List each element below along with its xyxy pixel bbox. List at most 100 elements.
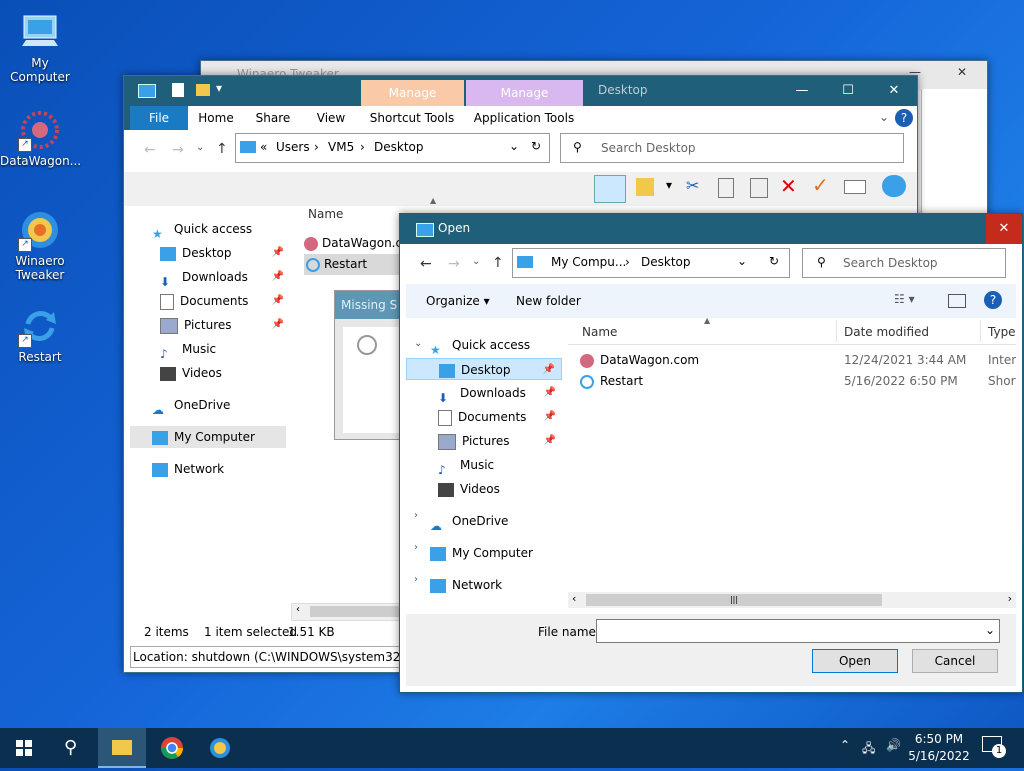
address-bar[interactable]: « Users › VM5 › Desktop ⌄ ↻ xyxy=(235,133,550,163)
check-icon[interactable]: ✓ xyxy=(812,173,829,197)
forward-button[interactable]: → xyxy=(172,142,184,158)
explorer-titlebar[interactable]: ▾ Manage Manage Desktop — ☐ ✕ xyxy=(124,76,917,106)
nav-videos[interactable]: Videos xyxy=(160,362,222,384)
pin-icon[interactable]: 📌 xyxy=(543,359,555,381)
nav-music[interactable]: ♪ Music xyxy=(160,338,216,361)
file-row-datawagon[interactable]: DataWagon.c xyxy=(304,233,402,253)
desktop-icon-winaero[interactable]: ↗ Winaero Tweaker xyxy=(0,208,80,282)
paste-icon[interactable] xyxy=(750,178,768,198)
back-button[interactable]: ← xyxy=(144,142,156,158)
help-icon[interactable]: ? xyxy=(895,109,913,127)
nav-network[interactable]: Network xyxy=(152,458,224,480)
nav-my-computer[interactable]: My Computer xyxy=(130,426,286,448)
new-item-icon[interactable] xyxy=(636,178,654,196)
start-button[interactable] xyxy=(0,728,48,768)
refresh-icon[interactable]: ↻ xyxy=(531,139,541,153)
nav-desktop[interactable]: Desktop 📌 xyxy=(160,242,290,264)
up-button[interactable]: ↑ xyxy=(216,141,228,157)
horizontal-scrollbar[interactable]: ‹ xyxy=(291,603,403,621)
nav-documents[interactable]: Documents 📌 xyxy=(160,290,290,312)
expand-chevron-icon[interactable]: ⌄ xyxy=(414,338,422,349)
taskbar-winaero[interactable] xyxy=(196,728,244,768)
new-item-dropdown[interactable]: ▾ xyxy=(666,178,672,192)
nav-quick-access[interactable]: ★ Quick access xyxy=(430,334,530,357)
column-header-name[interactable]: Name xyxy=(308,207,343,221)
recent-dropdown[interactable]: ⌄ xyxy=(472,256,480,267)
tab-home[interactable]: Home xyxy=(188,106,244,130)
scroll-left-icon[interactable]: ‹ xyxy=(572,592,576,605)
tab-share[interactable]: Share xyxy=(244,106,302,130)
rename-icon[interactable] xyxy=(844,180,866,194)
back-button[interactable]: ← xyxy=(420,256,432,272)
up-button[interactable]: ↑ xyxy=(492,255,504,271)
ribbon-expand-icon[interactable]: ⌄ xyxy=(879,110,889,124)
new-folder-icon[interactable] xyxy=(196,84,210,96)
nav-my-computer[interactable]: My Computer xyxy=(430,542,533,564)
preview-pane-icon[interactable] xyxy=(594,175,626,203)
pin-icon[interactable]: 📌 xyxy=(544,430,556,452)
search-box[interactable]: ⚲ Search Desktop xyxy=(560,133,904,163)
nav-pictures[interactable]: Pictures 📌 xyxy=(160,314,290,336)
nav-videos[interactable]: Videos xyxy=(438,478,500,500)
open-button[interactable]: Open xyxy=(812,649,898,673)
breadcrumb-users[interactable]: Users xyxy=(276,140,310,154)
new-folder-button[interactable]: New folder xyxy=(516,294,581,308)
address-dropdown-icon[interactable]: ⌄ xyxy=(509,139,519,153)
volume-icon[interactable]: 🔊 xyxy=(886,738,901,752)
shell-icon[interactable] xyxy=(882,175,906,197)
breadcrumb-desktop[interactable]: Desktop xyxy=(641,255,691,269)
nav-onedrive[interactable]: ☁ OneDrive xyxy=(152,394,230,417)
column-header-name[interactable]: Name xyxy=(582,325,617,339)
desktop-icon-restart[interactable]: ↗ Restart xyxy=(0,304,80,364)
nav-music[interactable]: ♪ Music xyxy=(438,454,494,477)
column-header-date[interactable]: Date modified xyxy=(844,325,929,339)
breadcrumb-my-computer[interactable]: My Compu... xyxy=(551,255,626,269)
scroll-left-icon[interactable]: ‹ xyxy=(296,604,300,615)
overflow-chevron[interactable]: « xyxy=(260,140,267,154)
copy-icon[interactable] xyxy=(718,178,734,198)
refresh-icon[interactable]: ↻ xyxy=(769,254,779,268)
tab-file[interactable]: File xyxy=(130,106,188,130)
file-row-datawagon[interactable]: DataWagon.com 12/24/2021 3:44 AM Intern xyxy=(580,350,1016,371)
tab-application-tools[interactable]: Application Tools xyxy=(464,106,584,130)
scroll-thumb[interactable] xyxy=(310,606,402,617)
breadcrumb-vm5[interactable]: VM5 xyxy=(328,140,354,154)
filename-dropdown-icon[interactable]: ⌄ xyxy=(985,623,995,637)
tab-shortcut-tools[interactable]: Shortcut Tools xyxy=(360,106,464,130)
pin-icon[interactable]: 📌 xyxy=(544,406,556,428)
column-header-type[interactable]: Type xyxy=(988,325,1016,339)
desktop-icon-my-computer[interactable]: My Computer xyxy=(0,10,80,84)
address-bar[interactable]: My Compu... › Desktop ⌄ ↻ xyxy=(512,248,790,278)
close-button[interactable]: ✕ xyxy=(957,65,967,79)
help-icon[interactable]: ? xyxy=(984,291,1002,309)
quick-access-dropdown[interactable]: ▾ xyxy=(216,81,222,95)
chevron-up-icon[interactable]: ⌃ xyxy=(840,738,850,752)
close-button[interactable]: ✕ xyxy=(986,214,1022,244)
horizontal-scrollbar[interactable]: ‹ ||| › xyxy=(568,592,1016,608)
scroll-right-icon[interactable]: › xyxy=(1008,592,1012,605)
recent-dropdown[interactable]: ⌄ xyxy=(196,142,204,153)
organize-button[interactable]: Organize ▾ xyxy=(426,294,490,308)
search-button[interactable]: ⚲ xyxy=(48,728,96,768)
breadcrumb-desktop[interactable]: Desktop xyxy=(374,140,424,154)
expand-chevron-icon[interactable]: › xyxy=(414,574,418,585)
expand-chevron-icon[interactable]: › xyxy=(414,510,418,521)
nav-network[interactable]: Network xyxy=(430,574,502,596)
view-options-icon[interactable]: ☷ ▾ xyxy=(894,292,915,306)
filename-input[interactable]: ⌄ xyxy=(596,619,1000,643)
nav-documents[interactable]: Documents 📌 xyxy=(438,406,562,428)
search-box[interactable]: ⚲ Search Desktop xyxy=(802,248,1006,278)
missing-shortcut-dialog[interactable]: Missing S xyxy=(334,290,406,440)
pin-icon[interactable]: 📌 xyxy=(272,266,284,288)
nav-desktop[interactable]: Desktop 📌 xyxy=(406,358,562,380)
file-row-restart[interactable]: Restart xyxy=(304,254,399,275)
scroll-thumb[interactable]: ||| xyxy=(586,594,882,606)
file-row-restart[interactable]: Restart 5/16/2022 6:50 PM Short xyxy=(580,371,1016,392)
preview-pane-icon[interactable] xyxy=(948,294,966,308)
pin-icon[interactable]: 📌 xyxy=(272,242,284,264)
delete-icon[interactable]: ✕ xyxy=(780,174,797,198)
expand-chevron-icon[interactable]: › xyxy=(414,542,418,553)
nav-onedrive[interactable]: ☁ OneDrive xyxy=(430,510,508,533)
cut-icon[interactable]: ✂ xyxy=(686,176,699,195)
tab-view[interactable]: View xyxy=(302,106,360,130)
